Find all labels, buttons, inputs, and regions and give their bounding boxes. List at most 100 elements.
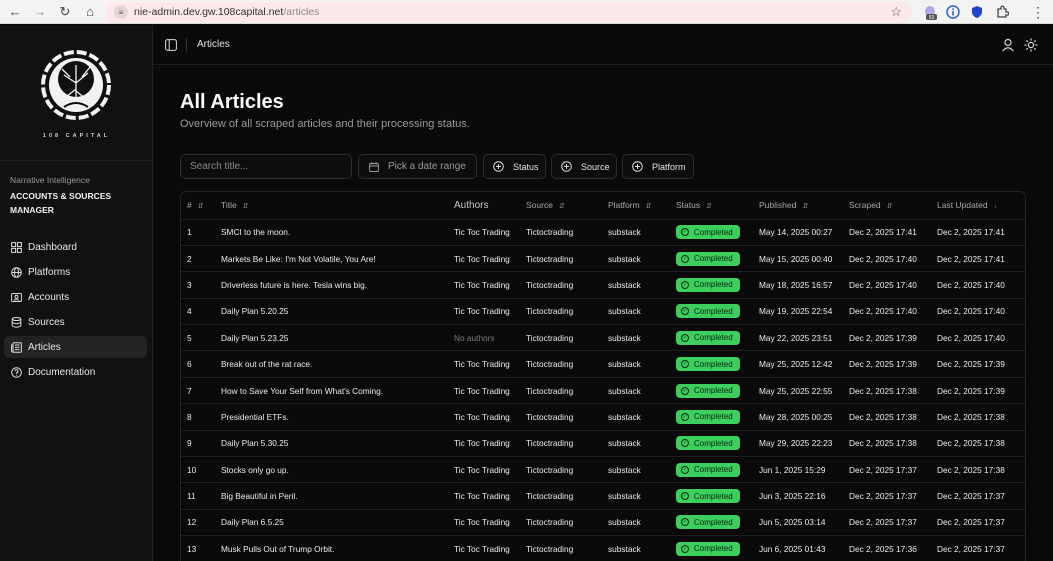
plus-circle-icon xyxy=(493,161,504,172)
database-icon xyxy=(10,316,22,328)
cell-index: 2 xyxy=(181,245,221,273)
check-circle-icon: ✓ xyxy=(681,280,689,289)
cell-source: Tictoctrading xyxy=(526,509,608,537)
cell-title: Daily Plan 5.20.25 xyxy=(221,298,454,326)
browser-menu-icon[interactable]: ⋮ xyxy=(1029,3,1047,21)
status-filter-label: Status xyxy=(513,161,539,172)
cell-title: Daily Plan 5.23.25 xyxy=(221,324,454,352)
cell-platform: substack xyxy=(608,509,676,537)
back-icon[interactable]: ← xyxy=(5,2,25,22)
site-info-icon[interactable]: ≡ xyxy=(114,5,128,19)
cell-published: May 29, 2025 22:23 xyxy=(759,430,849,458)
cell-platform: substack xyxy=(608,324,676,352)
cell-status: ✓ Completed xyxy=(676,245,759,273)
table-row[interactable]: 10 Stocks only go up. Tic Toc Trading Ticto… xyxy=(181,456,1025,484)
top-bar: Articles xyxy=(153,25,1053,65)
table-row[interactable]: 12 Daily Plan 6.5.25 Tic Toc Trading Tictoc… xyxy=(181,509,1025,537)
status-text: Completed xyxy=(694,333,733,343)
sidebar-item-dashboard[interactable]: Dashboard xyxy=(4,236,147,258)
cell-published: May 22, 2025 23:51 xyxy=(759,324,849,352)
bookmark-star-icon[interactable]: ☆ xyxy=(890,4,902,20)
table-row[interactable]: 13 Musk Pulls Out of Trump Orbit. Tic Toc … xyxy=(181,535,1025,561)
cell-index: 12 xyxy=(181,509,221,537)
col-header-last-updated[interactable]: Last Updated ↓ xyxy=(937,192,1025,220)
status-text: Completed xyxy=(694,306,733,316)
app-title: ACCOUNTS & SOURCES MANAGER xyxy=(10,191,112,215)
page-title: All Articles xyxy=(180,91,284,113)
col-header-published[interactable]: Published ⇵ xyxy=(759,192,849,220)
table-row[interactable]: 3 Driverless future is here. Tesla wins b… xyxy=(181,271,1025,299)
cell-title: Musk Pulls Out of Trump Orbit. xyxy=(221,535,454,561)
cell-index: 7 xyxy=(181,377,221,405)
theme-toggle-sun-icon[interactable] xyxy=(1024,38,1038,52)
check-circle-icon: ✓ xyxy=(681,492,689,501)
table-row[interactable]: 6 Break out of the rat race. Tic Toc Tradi… xyxy=(181,350,1025,378)
cell-scraped: Dec 2, 2025 17:37 xyxy=(849,482,937,510)
cell-source: Tictoctrading xyxy=(526,403,608,431)
home-icon[interactable]: ⌂ xyxy=(80,2,100,22)
cell-published: May 19, 2025 22:54 xyxy=(759,298,849,326)
cell-published: May 25, 2025 22:55 xyxy=(759,377,849,405)
sidebar-item-sources[interactable]: Sources xyxy=(4,311,147,333)
col-header-index[interactable]: # ⇵ xyxy=(181,192,221,220)
puzzle-extensions-icon[interactable] xyxy=(993,3,1011,21)
reload-icon[interactable]: ↻ xyxy=(55,2,75,22)
sidebar-item-label: Sources xyxy=(28,316,65,328)
cell-scraped: Dec 2, 2025 17:37 xyxy=(849,509,937,537)
status-badge: ✓ Completed xyxy=(676,251,740,266)
cell-status: ✓ Completed xyxy=(676,324,759,352)
status-badge: ✓ Completed xyxy=(676,436,740,451)
cell-title: Stocks only go up. xyxy=(221,456,454,484)
sidebar-item-label: Accounts xyxy=(28,291,70,303)
table-row[interactable]: 4 Daily Plan 5.20.25 Tic Toc Trading Tictoc… xyxy=(181,298,1025,326)
table-row[interactable]: 7 How to Save Your Self from What's Comin… xyxy=(181,377,1025,405)
cell-scraped: Dec 2, 2025 17:39 xyxy=(849,324,937,352)
col-header-title[interactable]: Title ⇵ xyxy=(221,192,454,220)
cell-status: ✓ Completed xyxy=(676,482,759,510)
user-icon[interactable] xyxy=(1001,38,1015,52)
calendar-icon xyxy=(368,161,379,172)
sidebar-item-documentation[interactable]: Documentation xyxy=(4,361,147,383)
url-host: nie-admin.dev.gw.108capital.net xyxy=(134,6,284,18)
col-header-source[interactable]: Source ⇵ xyxy=(526,192,608,220)
platform-filter-button[interactable]: Platform xyxy=(622,154,694,179)
cell-last-updated: Dec 2, 2025 17:37 xyxy=(937,535,1025,561)
extension-info-icon[interactable] xyxy=(944,3,962,21)
source-filter-button[interactable]: Source xyxy=(551,154,617,179)
sidebar: 108 CAPITAL Narrative Intelligence ACCOU… xyxy=(0,25,153,561)
cell-source: Tictoctrading xyxy=(526,430,608,458)
address-bar[interactable]: ≡ nie-admin.dev.gw.108capital.net/articl… xyxy=(106,2,912,22)
table-row[interactable]: 11 Big Beautiful in Peril. Tic Toc Trading… xyxy=(181,482,1025,510)
app-root: 108 CAPITAL Narrative Intelligence ACCOU… xyxy=(0,25,1053,561)
cell-source: Tictoctrading xyxy=(526,324,608,352)
sidebar-item-accounts[interactable]: Accounts xyxy=(4,286,147,308)
col-header-scraped[interactable]: Scraped ⇵ xyxy=(849,192,937,220)
cell-title: SMCI to the moon. xyxy=(221,219,454,246)
cell-authors: Tic Toc Trading xyxy=(454,245,526,273)
table-row[interactable]: 1 SMCI to the moon. Tic Toc Trading Tictoct… xyxy=(181,219,1025,246)
sidebar-toggle-icon[interactable] xyxy=(165,39,177,51)
table-row[interactable]: 8 Presidential ETFs. Tic Toc Trading Tictoc… xyxy=(181,403,1025,431)
col-header-platform[interactable]: Platform ⇵ xyxy=(608,192,676,220)
cell-authors: Tic Toc Trading xyxy=(454,482,526,510)
table-row[interactable]: 9 Daily Plan 5.30.25 Tic Toc Trading Tictoc… xyxy=(181,430,1025,458)
cell-platform: substack xyxy=(608,482,676,510)
sidebar-item-articles[interactable]: Articles xyxy=(4,336,147,358)
shield-extension-icon[interactable] xyxy=(968,3,986,21)
extension-badge-icon[interactable]: 53 xyxy=(921,3,939,21)
cell-index: 10 xyxy=(181,456,221,484)
date-range-button[interactable]: Pick a date range xyxy=(358,154,477,179)
status-filter-button[interactable]: Status xyxy=(483,154,546,179)
search-input[interactable]: Search title... xyxy=(180,154,352,179)
browser-toolbar: ← → ↻ ⌂ ≡ nie-admin.dev.gw.108capital.ne… xyxy=(0,0,1053,24)
status-text: Completed xyxy=(694,412,733,422)
sidebar-item-label: Dashboard xyxy=(28,241,77,253)
cell-scraped: Dec 2, 2025 17:37 xyxy=(849,456,937,484)
table-row[interactable]: 2 Markets Be Like: I'm Not Volatile, You … xyxy=(181,245,1025,273)
cell-status: ✓ Completed xyxy=(676,377,759,405)
col-header-status[interactable]: Status ⇵ xyxy=(676,192,759,220)
forward-icon[interactable]: → xyxy=(30,2,50,22)
table-row[interactable]: 5 Daily Plan 5.23.25 No authors Tictoctradi… xyxy=(181,324,1025,352)
sidebar-item-platforms[interactable]: Platforms xyxy=(4,261,147,283)
status-badge: ✓ Completed xyxy=(676,462,740,477)
